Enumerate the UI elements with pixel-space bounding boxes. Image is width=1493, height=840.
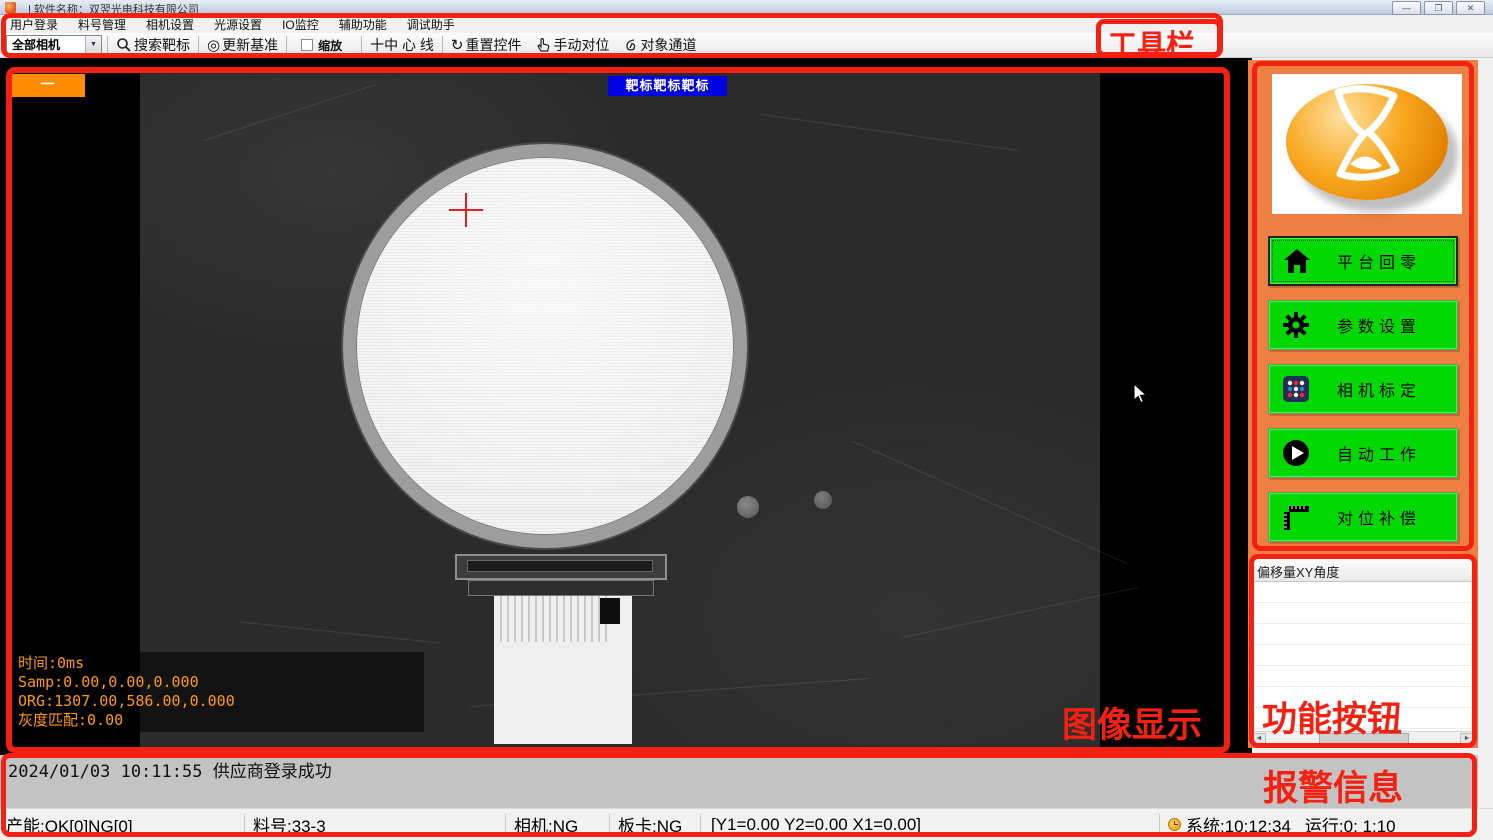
list-item <box>1251 582 1475 603</box>
pin-icon: ◎ <box>207 36 220 54</box>
round-panel-under-test <box>343 144 747 548</box>
image-display[interactable]: 一 靶标靶标靶标 时间:0msSamp:0.00,0.00,0.000ORG:1… <box>10 72 1228 750</box>
list-item <box>1251 624 1475 645</box>
channel-icon <box>623 37 638 53</box>
list-item <box>1251 603 1475 624</box>
ruler-icon <box>1281 502 1311 532</box>
target-label: 靶标靶标靶标 <box>608 76 727 96</box>
horizontal-scrollbar[interactable]: ◄ ► <box>1251 731 1475 745</box>
log-message: 2024/01/03 10:11:55 供应商登录成功 <box>0 755 1478 784</box>
menu-aux-functions[interactable]: 辅助功能 <box>329 16 397 33</box>
camera-tag: 一 <box>10 74 85 97</box>
menu-debug-assistant[interactable]: 调试助手 <box>397 16 465 33</box>
mark-tools[interactable]: 十中 心 线 <box>367 35 437 55</box>
debris-dot <box>814 491 832 509</box>
status-coords: [Y1=0.00 Y2=0.00 X1=0.00] <box>711 815 1159 835</box>
window-edge <box>1478 58 1493 755</box>
app-logo-icon <box>5 2 16 13</box>
list-item <box>1251 666 1475 687</box>
close-button[interactable]: ✕ <box>1456 1 1485 15</box>
chevron-down-icon[interactable]: ▼ <box>85 36 101 54</box>
status-board: 板卡:NG <box>618 812 700 837</box>
zoom-toggle[interactable]: 缩放 <box>298 37 345 54</box>
scrollbar-thumb[interactable] <box>1319 733 1409 745</box>
log-side-strip <box>1478 755 1493 808</box>
search-target-button[interactable]: 搜索靶标 <box>113 35 193 55</box>
window-title: | 软件名称：双翌光电科技有限公司 <box>28 1 199 17</box>
hand-icon <box>535 37 551 53</box>
hourglass-glyph <box>1316 82 1416 190</box>
menu-camera-settings[interactable]: 相机设置 <box>136 16 204 33</box>
app-window: | 软件名称：双翌光电科技有限公司 — ❐ ✕ 用户登录 料号管理 相机设置 光… <box>0 0 1493 840</box>
list-item <box>1251 645 1475 666</box>
update-baseline-button[interactable]: ◎ 更新基准 <box>204 35 281 55</box>
object-channel-button[interactable]: 对象通道 <box>620 35 699 55</box>
panel-connector <box>455 554 667 580</box>
clock-icon <box>1168 818 1181 831</box>
status-bar: 产能:OK[0]NG[0] 料号:33-3 相机:NG 板卡:NG [Y1=0.… <box>0 808 1493 840</box>
manual-align-button[interactable]: 手动对位 <box>532 35 612 55</box>
restore-button[interactable]: ❐ <box>1424 1 1453 15</box>
status-part-no: 料号:33-3 <box>253 812 505 837</box>
status-camera: 相机:NG <box>514 812 609 837</box>
menu-bar: 用户登录 料号管理 相机设置 光源设置 IO监控 辅助功能 调试助手 <box>0 16 1493 33</box>
camera-calibration-button[interactable]: 相机标定 <box>1268 364 1458 414</box>
toolbar: 全部相机 ▼ 搜索靶标 ◎ 更新基准 缩放 十中 心 线 ↻ 重置控件 手动对位 <box>0 33 1493 58</box>
menu-part-management[interactable]: 料号管理 <box>68 16 136 33</box>
camera-select[interactable]: 全部相机 ▼ <box>6 35 102 55</box>
offset-list-header: 偏移量XY角度 <box>1251 558 1475 582</box>
keypad-icon <box>1281 374 1311 404</box>
menu-io-monitor[interactable]: IO监控 <box>272 16 329 33</box>
scroll-right-icon[interactable]: ► <box>1460 733 1474 745</box>
camera-select-value: 全部相机 <box>12 38 60 52</box>
alarm-log[interactable]: 2024/01/03 10:11:55 供应商登录成功 <box>0 755 1478 808</box>
mouse-cursor <box>1133 383 1149 405</box>
crosshair-marker <box>465 193 467 227</box>
home-zero-button[interactable]: 平台回零 <box>1268 236 1458 286</box>
minimize-button[interactable]: — <box>1392 1 1421 15</box>
gear-icon <box>1281 310 1311 340</box>
status-run-time: 运行:0: 1:10 <box>1305 812 1396 837</box>
function-panel: 平台回零 参数设置 相机标定 自动工作 对位补偿 偏移量XY角度 <box>1248 60 1478 748</box>
status-image <box>1272 74 1462 214</box>
reset-icon: ↻ <box>451 36 464 54</box>
overlay-stats: 时间:0msSamp:0.00,0.00,0.000ORG:1307.00,58… <box>14 652 424 732</box>
status-yield: 产能:OK[0]NG[0] <box>6 812 244 837</box>
list-item <box>1251 708 1475 729</box>
reset-controls-button[interactable]: ↻ 重置控件 <box>448 35 525 55</box>
auto-work-button[interactable]: 自动工作 <box>1268 428 1458 478</box>
play-icon <box>1281 438 1311 468</box>
parameter-settings-button[interactable]: 参数设置 <box>1268 300 1458 350</box>
status-system-time: 系统:10:12:34 <box>1186 812 1291 837</box>
scroll-left-icon[interactable]: ◄ <box>1252 733 1266 745</box>
menu-light-settings[interactable]: 光源设置 <box>204 16 272 33</box>
align-compensation-button[interactable]: 对位补偿 <box>1268 492 1458 542</box>
search-icon <box>116 37 132 53</box>
list-item <box>1251 687 1475 708</box>
menu-user-login[interactable]: 用户登录 <box>0 16 68 33</box>
title-bar: | 软件名称：双翌光电科技有限公司 — ❐ ✕ <box>0 0 1493 15</box>
home-icon <box>1282 246 1312 276</box>
panel-connector-lower <box>468 580 654 596</box>
fpc-ribbon <box>494 596 632 744</box>
checkbox-icon[interactable] <box>301 39 313 51</box>
debris-dot <box>737 496 759 518</box>
offset-list[interactable]: 偏移量XY角度 ◄ ► <box>1250 557 1476 746</box>
